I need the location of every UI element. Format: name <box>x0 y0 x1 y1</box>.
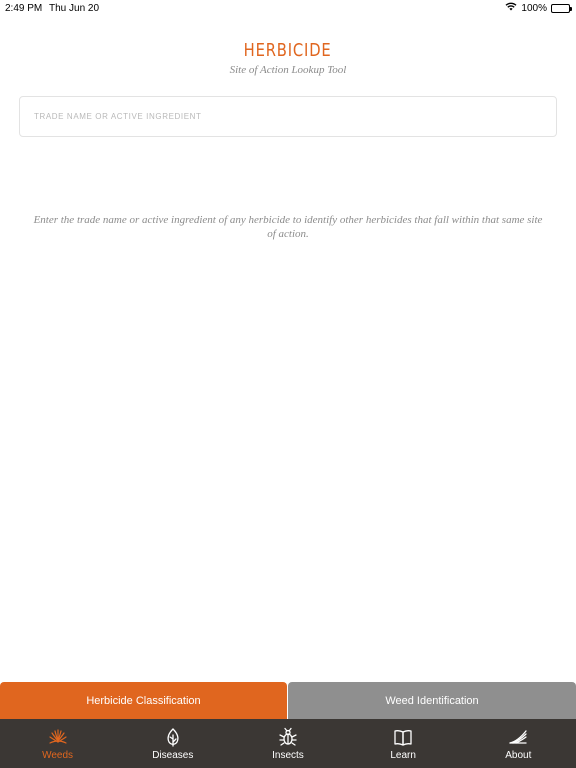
segmented-control: Herbicide Classification Weed Identifica… <box>0 682 576 719</box>
header: HERBICIDE Site of Action Lookup Tool <box>0 40 576 76</box>
tab-bar: Weeds Diseases Insects Learn About <box>0 719 576 768</box>
status-bar: 2:49 PM Thu Jun 20 100% <box>0 0 576 16</box>
status-time: 2:49 PM <box>5 3 43 14</box>
search-box[interactable] <box>19 96 557 137</box>
tab-about[interactable]: About <box>461 719 576 768</box>
status-date: Thu Jun 20 <box>49 3 100 14</box>
diseases-icon <box>163 727 183 747</box>
tab-diseases-label: Diseases <box>152 750 194 761</box>
tab-weeds-label: Weeds <box>42 750 74 761</box>
tab-about-label: About <box>505 750 532 761</box>
wifi-icon <box>505 2 517 14</box>
tab-insects[interactable]: Insects <box>230 719 345 768</box>
tab-learn-label: Learn <box>390 750 416 761</box>
hint-text: Enter the trade name or active ingredien… <box>33 214 543 240</box>
battery-icon <box>551 3 572 13</box>
herbicide-classification-button[interactable]: Herbicide Classification <box>0 682 287 719</box>
tab-learn[interactable]: Learn <box>346 719 461 768</box>
weeds-icon <box>48 727 68 747</box>
page-subtitle: Site of Action Lookup Tool <box>229 64 347 76</box>
tab-weeds[interactable]: Weeds <box>0 719 115 768</box>
weed-identification-button[interactable]: Weed Identification <box>288 682 576 719</box>
tab-insects-label: Insects <box>272 750 304 761</box>
insects-icon <box>278 727 298 747</box>
book-icon <box>393 727 413 747</box>
status-right: 100% <box>505 2 572 14</box>
page-title: HERBICIDE <box>244 40 332 61</box>
battery-percent: 100% <box>521 2 547 14</box>
about-icon <box>508 727 528 747</box>
search-input[interactable] <box>20 97 556 136</box>
tab-diseases[interactable]: Diseases <box>115 719 230 768</box>
